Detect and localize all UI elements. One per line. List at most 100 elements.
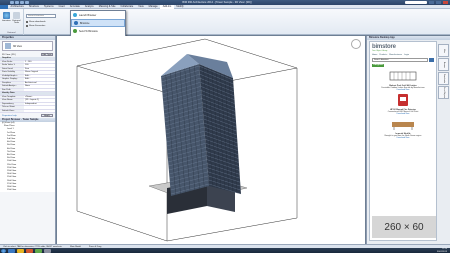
apply-button[interactable]: Apply [41,113,53,118]
tab-collaborate[interactable]: Collaborate [118,5,136,9]
property-key: Scale Value 1: [0,64,24,67]
nav-manufacturers[interactable]: Manufacturers [389,54,402,56]
property-value[interactable]: Edit... [24,74,55,77]
help-search-input[interactable] [405,1,427,4]
taskbar-explorer-icon[interactable] [17,248,24,253]
tab-insert[interactable]: Insert [56,5,67,9]
property-key: Detail Level [0,67,24,70]
side-tab-browse[interactable]: Browse [438,58,449,71]
windows-taskbar: 11:24 30/01/2013 [0,248,450,253]
property-value[interactable]: {3D - Import 4} [24,99,55,102]
advertisement-placeholder[interactable]: 260 × 60 [372,216,436,238]
taskbar-media-icon[interactable] [26,248,33,253]
menu-item-launch-browser[interactable]: Launch Browser [71,11,125,19]
external-tools-button[interactable]: External Tools [12,12,21,24]
taskbar-clock[interactable]: 11:24 30/01/2013 [437,248,450,252]
tab-modify[interactable]: Modify [174,5,186,9]
edit-type-button[interactable]: Edit Type [41,52,53,57]
product-item[interactable]: HP-52 Manual Fire Detector Conventional … [374,93,432,115]
tab-analyze[interactable]: Analyze [82,5,96,9]
bimstore-side-tabs: Main Browse Downloads Send Objects [438,44,449,100]
application-menu-button[interactable] [0,4,8,9]
taskbar-ie-icon[interactable] [8,248,15,253]
bimstore-button[interactable]: bimstore [2,12,11,22]
product-image [389,71,417,80]
search-go-button[interactable] [429,58,434,62]
show-downloads-checkbox[interactable]: Show downloads [26,21,46,23]
type-selector[interactable]: 3D View [2,41,53,51]
property-value[interactable] [24,106,55,109]
external-tools-icon [13,12,20,19]
property-value[interactable]: <None> [24,95,55,98]
menu-item-bimstore[interactable]: Bimstore [71,19,125,27]
property-value[interactable]: None [24,85,55,88]
bimstore-panel: Bimstore Desktop App bimstore Your Objec… [366,36,450,244]
property-value[interactable]: Independent [24,102,55,105]
tab-add-ins[interactable]: Add-Ins [160,4,174,9]
nav-login[interactable]: Login [404,54,409,56]
tab-view[interactable]: View [136,5,146,9]
upload-icon [73,29,77,33]
building-model [76,38,298,242]
tab-systems[interactable]: Systems [42,5,57,9]
3d-view-icon [5,43,11,49]
download-link[interactable]: Download Now [374,113,432,115]
3d-view-canvas[interactable] [57,36,365,244]
maximize-button[interactable] [436,1,441,4]
ribbon-panel: bimstore External Tools External Search … [0,9,450,35]
taskbar-revit-icon[interactable] [44,248,51,253]
property-value[interactable]: Edit... [24,78,55,81]
property-key: Dependency [0,102,24,105]
project-browser-tree: [0] Views (all) Floor Plans Level 1 1st Flo… [0,122,55,193]
show-favourites-checkbox[interactable]: Show Favourites [26,25,45,27]
bimstore-panel-title: Bimstore Desktop App [367,36,450,40]
property-value[interactable]: 1 : 100 [24,60,55,63]
tab-massing-site[interactable]: Massing & Site [96,5,118,9]
tab-structure[interactable]: Structure [26,5,41,9]
property-key: Title on Sheet [0,106,24,109]
property-value[interactable] [24,88,55,91]
property-key: Default View... [0,109,24,112]
download-link[interactable]: Download Now [374,137,432,139]
bimstore-nav: Home Products Manufacturers Login [370,54,436,56]
download-link[interactable]: Download Now [374,89,432,91]
side-tab-downloads[interactable]: Downloads [438,72,449,85]
ribbon-search-input[interactable]: Search bimstore [26,14,56,18]
close-button[interactable] [443,1,448,4]
minimize-button[interactable] [429,1,434,4]
browser-tree-item[interactable]: 19th Floor [2,189,55,192]
product-image [398,93,408,106]
property-value[interactable]: 100 [24,64,55,67]
nav-products[interactable]: Products [379,54,387,56]
property-key: Parts Visibility [0,71,24,74]
bimstore-tagline: Your Object Library [372,50,388,52]
tab-architecture[interactable]: Architecture [8,5,26,9]
tab-annotate[interactable]: Annotate [67,5,82,9]
product-item[interactable]: Imperial Shuffle Brought to you from the… [374,117,432,139]
properties-help-link[interactable]: Properties help [2,115,17,117]
menu-item-send-to-bimstore[interactable]: Send To Bimstore [71,27,125,35]
property-key: Default Analys... [0,85,24,88]
side-tab-send-objects[interactable]: Send Objects [438,86,449,99]
section-identity: Identity Data [0,92,24,95]
bimstore-icon [3,12,10,19]
tab-manage[interactable]: Manage [146,5,160,9]
property-key: Discipline [0,81,24,84]
product-image [392,121,414,130]
property-key: View Scale [0,60,24,63]
side-tab-main[interactable]: Main [438,44,449,57]
viewcube[interactable] [351,39,361,49]
bimstore-icon [74,21,78,25]
section-graphics: Graphics [0,57,24,60]
property-key: View Template [0,95,24,98]
property-value[interactable]: Fine [24,67,55,70]
property-value[interactable] [24,109,55,112]
bimstore-search-input[interactable]: Search bimstore [372,58,428,62]
taskbar-app-icon[interactable] [35,248,42,253]
categories-filter[interactable]: Categories [372,63,385,67]
property-value[interactable]: Show Original [24,71,55,74]
property-value[interactable]: Architectural [24,81,55,84]
start-button[interactable] [1,248,6,253]
product-item[interactable]: Mahoot Pool Grid 960 Lattice Dunstable O… [374,69,432,91]
nav-home[interactable]: Home [372,54,377,56]
